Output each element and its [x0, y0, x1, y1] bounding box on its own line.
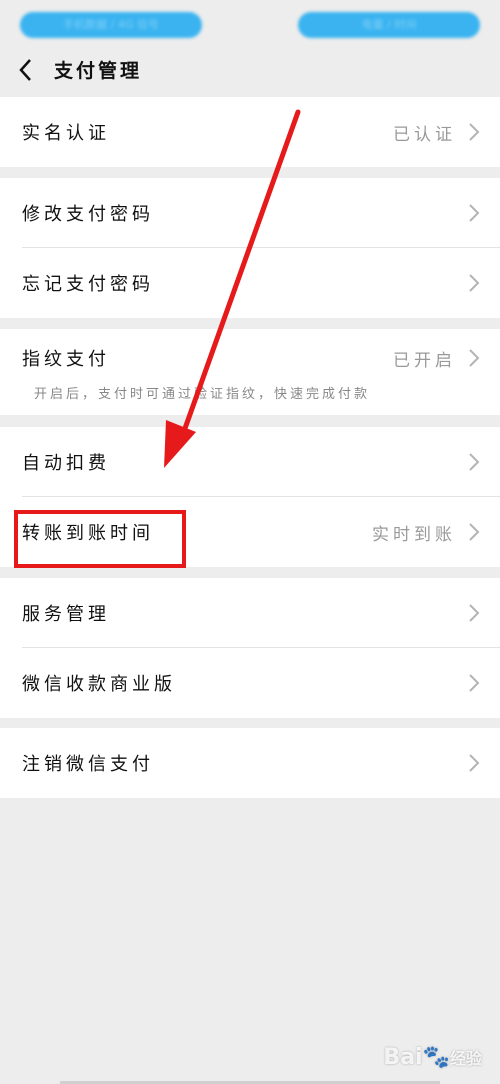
watermark-suffix: 经验: [449, 1049, 482, 1068]
watermark-brand: Bai: [383, 1045, 423, 1070]
annotation-arrow: [164, 109, 301, 468]
paw-icon: 🐾: [422, 1045, 450, 1070]
watermark-logo: Bai🐾经验: [383, 1045, 482, 1070]
